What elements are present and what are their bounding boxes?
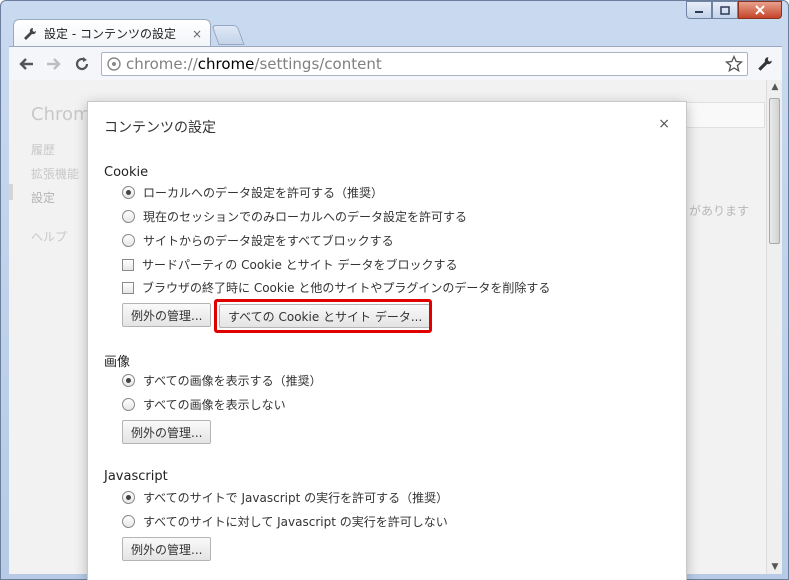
section-heading-cookie: Cookie: [104, 165, 149, 180]
url-host: chrome: [197, 54, 255, 73]
radio-button[interactable]: [122, 491, 135, 504]
page-title: Chrom: [31, 104, 91, 125]
option-label: サードパーティの Cookie とサイト データをブロックする: [142, 258, 458, 272]
back-arrow-icon: [19, 57, 33, 70]
maximize-button[interactable]: [712, 1, 738, 19]
option-label: すべての画像を表示しない: [143, 398, 286, 412]
option-label: すべてのサイトで Javascript の実行を許可する（推奨）: [143, 491, 449, 505]
nav-active-marker: [9, 184, 13, 200]
radio-button[interactable]: [122, 374, 135, 387]
checkbox[interactable]: [122, 258, 134, 271]
option-label: すべての画像を表示する（推奨）: [143, 374, 322, 388]
cookie-check-third-party[interactable]: サードパーティの Cookie とサイト データをブロックする: [122, 256, 457, 273]
wrench-icon: [24, 27, 37, 40]
dialog-title: コンテンツの設定: [104, 120, 216, 136]
nav-item-extensions[interactable]: 拡張機能: [31, 162, 79, 186]
close-icon: [755, 5, 765, 15]
nav-item-settings[interactable]: 設定: [31, 186, 79, 210]
bookmark-star-icon[interactable]: [725, 54, 743, 73]
radio-button[interactable]: [122, 210, 135, 223]
vertical-scrollbar[interactable]: ▲ ▼: [766, 80, 782, 574]
cookie-exceptions-button[interactable]: 例外の管理...: [122, 303, 212, 327]
images-option-hide[interactable]: すべての画像を表示しない: [122, 396, 286, 413]
background-text: があります: [689, 204, 750, 218]
javascript-exceptions-button[interactable]: 例外の管理...: [122, 537, 212, 561]
tab-settings[interactable]: 設定 - コンテンツの設定 ×: [13, 19, 211, 47]
address-bar[interactable]: chrome://chrome/settings/content: [101, 51, 748, 76]
option-label: ブラウザの終了時に Cookie と他のサイトやプラグインのデータを削除する: [142, 281, 551, 295]
window-caption-buttons: [686, 1, 782, 19]
radio-button[interactable]: [122, 234, 135, 247]
settings-nav: 履歴 拡張機能 設定: [31, 138, 79, 210]
javascript-option-allow[interactable]: すべてのサイトで Javascript の実行を許可する（推奨）: [122, 489, 448, 506]
images-option-show[interactable]: すべての画像を表示する（推奨）: [122, 372, 322, 389]
radio-button[interactable]: [122, 398, 135, 411]
radio-button[interactable]: [122, 515, 135, 528]
option-label: すべてのサイトに対して Javascript の実行を許可しない: [143, 515, 448, 529]
checkbox[interactable]: [122, 281, 134, 294]
tab-close-icon[interactable]: ×: [192, 27, 202, 41]
window-close-button[interactable]: [738, 1, 782, 19]
cookie-option-block[interactable]: サイトからのデータ設定をすべてブロックする: [122, 232, 394, 249]
forward-button[interactable]: [43, 53, 65, 75]
dialog-close-icon[interactable]: ×: [658, 116, 670, 132]
highlight-box: [214, 299, 432, 333]
settings-menu-button[interactable]: [754, 53, 776, 75]
wrench-icon: [758, 56, 772, 71]
scroll-down-icon[interactable]: ▼: [767, 560, 783, 574]
cookie-option-session[interactable]: 現在のセッションでのみローカルへのデータ設定を許可する: [122, 208, 467, 225]
page-icon: [107, 56, 121, 71]
new-tab-button[interactable]: [211, 25, 245, 45]
scroll-thumb[interactable]: [769, 98, 780, 244]
maximize-icon: [720, 5, 730, 15]
nav-item-help[interactable]: ヘルプ: [31, 228, 67, 245]
cookie-option-allow[interactable]: ローカルへのデータ設定を許可する（推奨）: [122, 184, 383, 201]
minimize-button[interactable]: [686, 1, 712, 19]
scroll-up-icon[interactable]: ▲: [767, 80, 783, 94]
javascript-option-block[interactable]: すべてのサイトに対して Javascript の実行を許可しない: [122, 513, 448, 530]
cookie-check-clear-on-exit[interactable]: ブラウザの終了時に Cookie と他のサイトやプラグインのデータを削除する: [122, 279, 550, 296]
section-heading-images: 画像: [104, 355, 131, 370]
minimize-icon: [695, 11, 703, 13]
option-label: サイトからのデータ設定をすべてブロックする: [143, 234, 394, 248]
section-heading-javascript: Javascript: [104, 469, 168, 484]
url-path: /settings/content: [254, 54, 382, 73]
option-label: ローカルへのデータ設定を許可する（推奨）: [143, 186, 384, 200]
nav-item-history[interactable]: 履歴: [31, 138, 79, 162]
back-button[interactable]: [15, 53, 37, 75]
option-label: 現在のセッションでのみローカルへのデータ設定を許可する: [143, 210, 468, 224]
content-settings-dialog: コンテンツの設定 × Cookie ローカルへのデータ設定を許可する（推奨） 現…: [87, 101, 687, 580]
radio-button[interactable]: [122, 186, 135, 199]
tab-title: 設定 - コンテンツの設定: [44, 27, 176, 41]
forward-arrow-icon: [47, 57, 61, 70]
reload-icon: [75, 56, 89, 70]
browser-window: 設定 - コンテンツの設定 × chrome://chrome /setting…: [0, 0, 789, 580]
settings-search-input[interactable]: [679, 102, 765, 128]
toolbar: chrome://chrome/settings/content: [9, 46, 782, 80]
url-scheme: chrome://: [126, 54, 198, 73]
images-exceptions-button[interactable]: 例外の管理...: [122, 420, 212, 444]
reload-button[interactable]: [71, 53, 93, 75]
